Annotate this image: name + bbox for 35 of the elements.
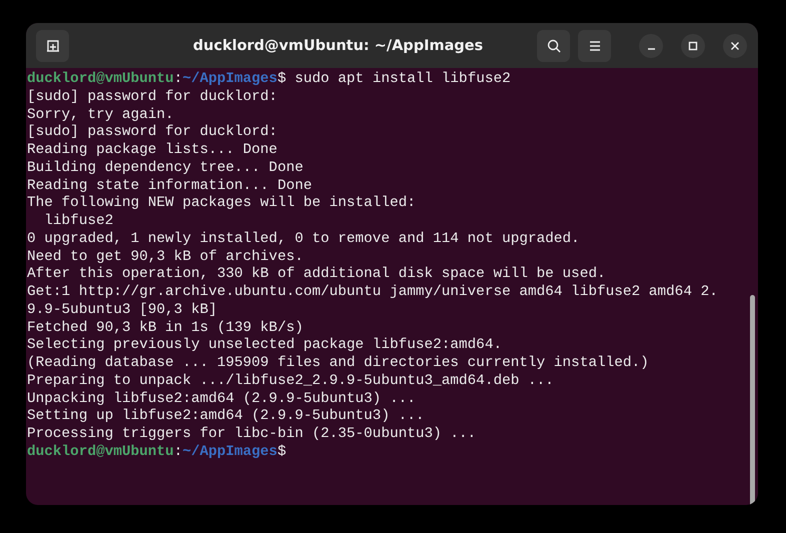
output-line: 0 upgraded, 1 newly installed, 0 to remove and 114 not upgraded. xyxy=(27,230,580,248)
minimize-icon xyxy=(648,48,654,50)
close-icon xyxy=(730,40,740,50)
new-tab-icon xyxy=(44,38,60,54)
output-line: Sorry, try again. xyxy=(27,106,174,124)
output-line: Unpacking libfuse2:amd64 (2.9.9-5ubuntu3) ... xyxy=(27,390,416,408)
output-line: Preparing to unpack .../libfuse2_2.9.9-5ubuntu3_amd64.deb ... xyxy=(27,372,554,390)
prompt-line: ducklord@vmUbuntu:~/AppImages$ sudo apt install libfuse2 xyxy=(27,71,511,89)
output-line: 9.9-5ubuntu3 [90,3 kB] xyxy=(27,302,217,320)
close-button[interactable] xyxy=(723,34,747,58)
scrollbar[interactable] xyxy=(750,295,755,505)
output-line: (Reading database ... 195909 files and directories currently installed.) xyxy=(27,355,649,373)
output-line: Get:1 http://gr.archive.ubuntu.com/ubuntu jammy/universe amd64 libfuse2 amd64 2. xyxy=(27,284,718,302)
output-line: [sudo] password for ducklord: xyxy=(27,124,278,142)
output-line: Setting up libfuse2:amd64 (2.9.9-5ubuntu3) ... xyxy=(27,408,424,426)
maximize-button[interactable] xyxy=(681,34,705,58)
output-line: Reading package lists... Done xyxy=(27,142,278,160)
output-line: Processing triggers for libc-bin (2.35-0ubuntu3) ... xyxy=(27,426,476,444)
prompt-line: ducklord@vmUbuntu:~/AppImages$ xyxy=(27,444,286,462)
output-line: Fetched 90,3 kB in 1s (139 kB/s) xyxy=(27,320,304,338)
output-line: After this operation, 330 kB of additional disk space will be used. xyxy=(27,266,606,284)
output-line: The following NEW packages will be installed: xyxy=(27,195,416,213)
minimize-button[interactable] xyxy=(639,34,663,58)
new-tab-button[interactable] xyxy=(36,30,69,62)
search-button[interactable] xyxy=(537,30,570,62)
search-icon xyxy=(546,38,562,54)
menu-button[interactable] xyxy=(578,30,611,62)
output-line: [sudo] password for ducklord: xyxy=(27,88,278,106)
window-title: ducklord@vmUbuntu: ~/AppImages xyxy=(192,38,484,54)
output-line: libfuse2 xyxy=(43,213,114,231)
output-line: Building dependency tree... Done xyxy=(27,160,304,178)
maximize-icon xyxy=(688,40,698,50)
output-line: Reading state information... Done xyxy=(27,178,312,196)
output-line: Need to get 90,3 kB of archives. xyxy=(27,248,304,266)
output-line: Selecting previously unselected package libfuse2:amd64. xyxy=(27,337,502,355)
